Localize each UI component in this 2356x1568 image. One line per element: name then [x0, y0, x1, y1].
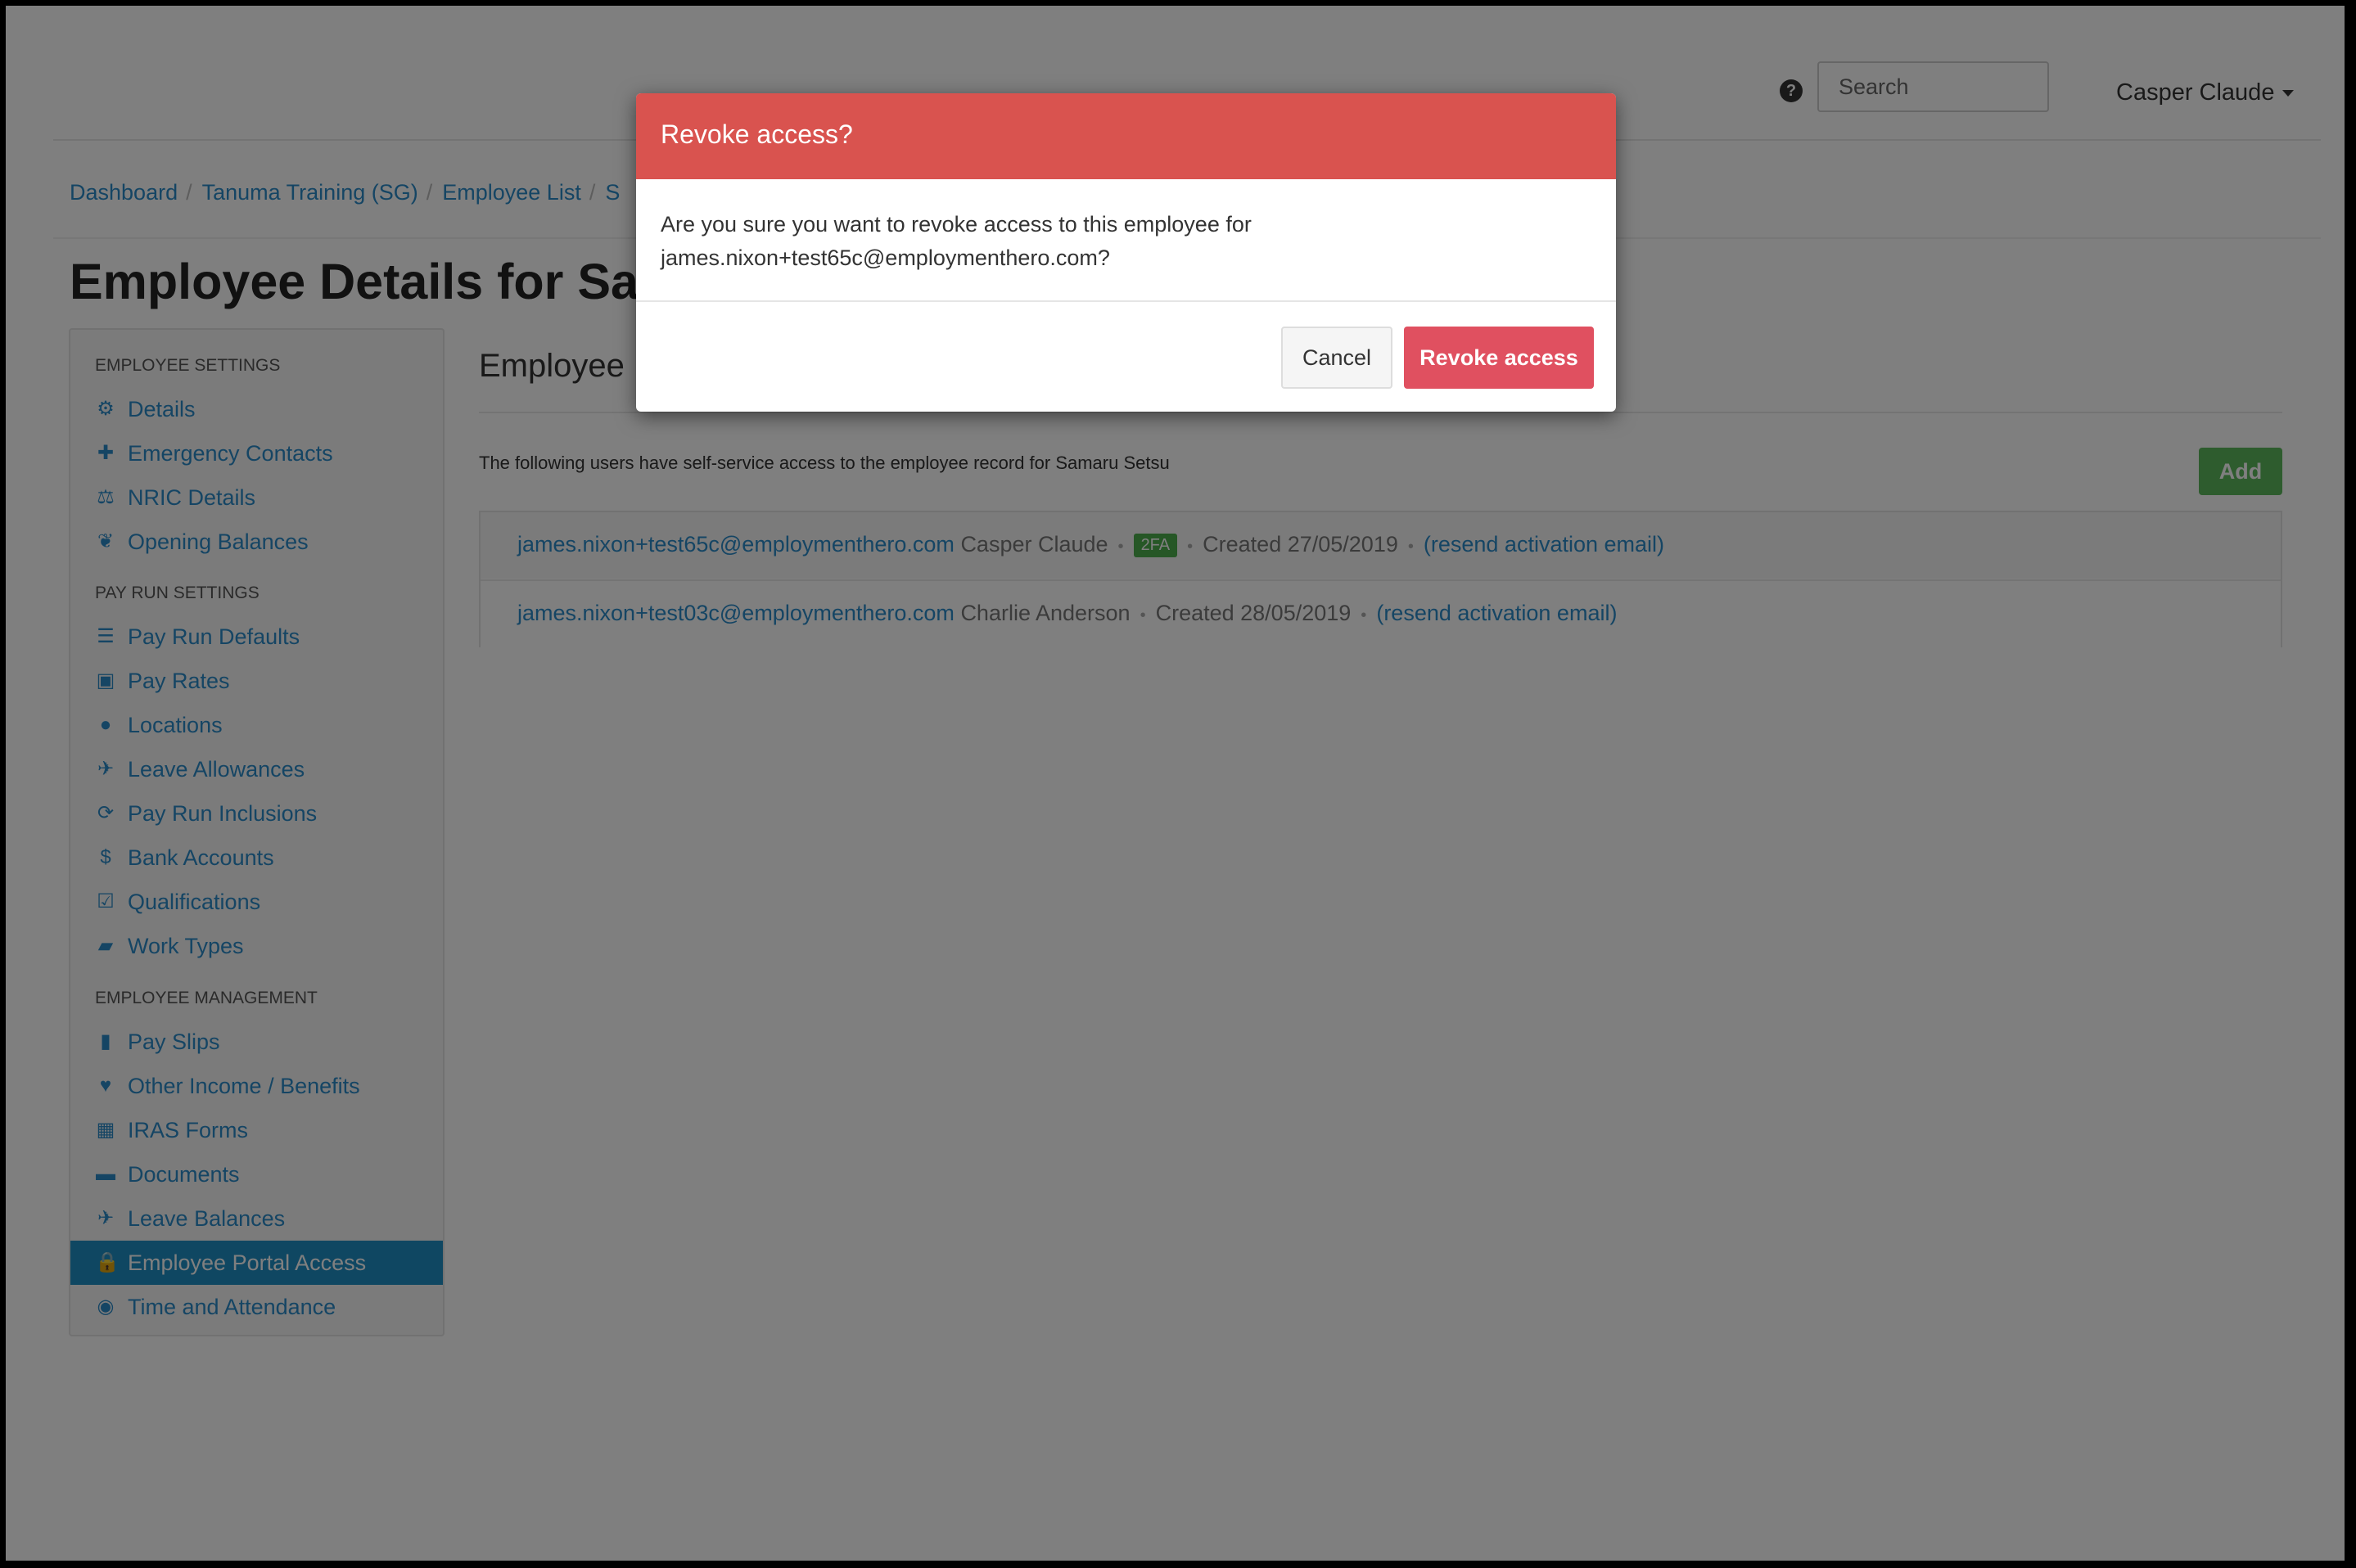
- dialog-message: Are you sure you want to revoke access t…: [661, 212, 1252, 237]
- page: ? Casper Claude Dashboard/Tanuma Trainin…: [6, 6, 2345, 1561]
- dialog-body: Are you sure you want to revoke access t…: [661, 208, 1586, 275]
- dialog-header: Revoke access?: [636, 93, 1616, 179]
- dialog-email: james.nixon+test65c@employmenthero.com?: [661, 246, 1110, 270]
- revoke-access-dialog: Revoke access? Are you sure you want to …: [636, 93, 1616, 412]
- cancel-button[interactable]: Cancel: [1281, 327, 1392, 389]
- dialog-divider: [636, 300, 1616, 302]
- dialog-title: Revoke access?: [661, 119, 853, 149]
- revoke-access-button[interactable]: Revoke access: [1404, 327, 1594, 389]
